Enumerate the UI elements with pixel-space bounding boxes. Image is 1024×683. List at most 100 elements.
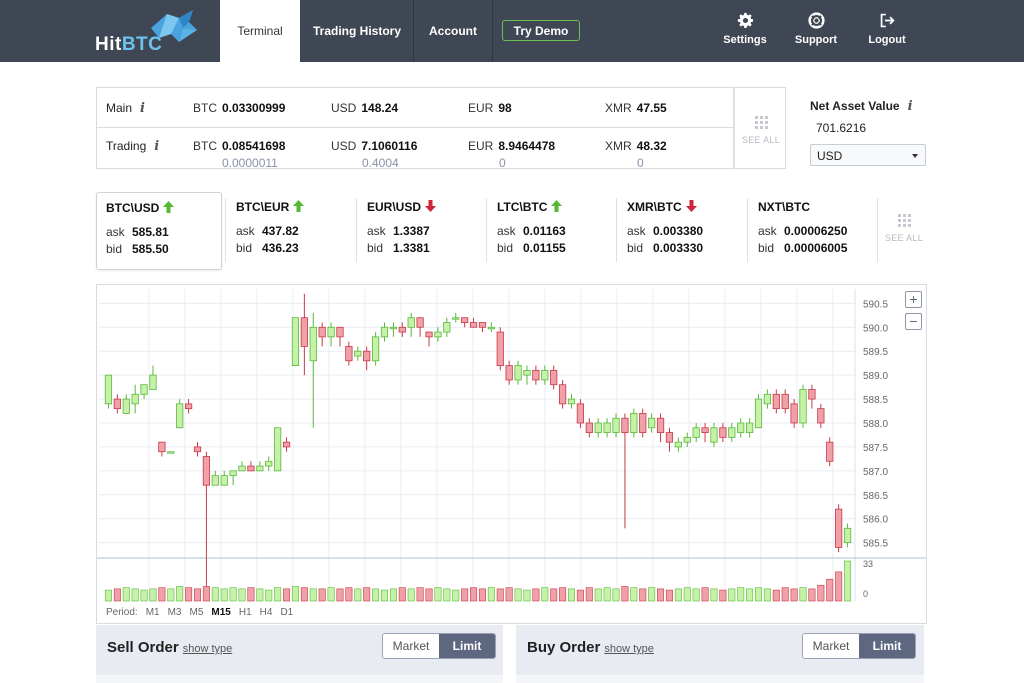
ticker-card[interactable]: BTC\USD ask 585.81 bid 585.50 xyxy=(96,192,222,270)
volume-bar xyxy=(345,587,353,602)
volume-bar xyxy=(318,588,326,602)
currency-code: EUR xyxy=(468,101,494,115)
limit-button[interactable]: Limit xyxy=(439,634,495,658)
hitbtc-logo[interactable]: HitBTC xyxy=(95,8,205,56)
ticker-card[interactable]: BTC\EUR ask 437.82 bid 436.23 xyxy=(227,192,353,270)
market-button[interactable]: Market xyxy=(383,634,439,658)
period-m5[interactable]: M5 xyxy=(190,607,204,618)
ticker-pair: XMR\BTC xyxy=(627,200,697,214)
ticker-ask: ask 0.003380 xyxy=(627,224,703,238)
bid-label: bid xyxy=(367,241,384,255)
period-h4[interactable]: H4 xyxy=(260,607,273,618)
y-tick-label: 587.5 xyxy=(863,443,888,454)
market-button[interactable]: Market xyxy=(803,634,859,658)
ask-label: ask xyxy=(236,224,255,238)
y-tick-label: 590.5 xyxy=(863,299,888,310)
candlestick-chart[interactable]: 590.5 590.0 589.5 589.0 588.5 588.0 587.5 587.0… xyxy=(97,285,926,623)
zoom-in-button[interactable]: + xyxy=(905,291,922,308)
candle-bear xyxy=(193,446,202,453)
candle-bull xyxy=(487,326,495,330)
ticker-pair: BTC\EUR xyxy=(236,200,305,214)
ask-price: 0.01163 xyxy=(523,224,566,238)
show-type-link[interactable]: show type xyxy=(604,643,654,655)
trading-balance-label: Trading i xyxy=(106,139,159,154)
arrow-up-icon xyxy=(293,200,305,212)
lifebuoy-icon xyxy=(807,12,825,29)
candle-bull xyxy=(309,326,317,362)
period-selector: Period: M1 M3 M5 M15 H1 H4 D1 xyxy=(106,607,293,618)
ticker-card[interactable]: EUR\USD ask 1.3387 bid 1.3381 xyxy=(358,192,484,270)
candle-bear xyxy=(505,365,513,381)
volume-bar xyxy=(416,587,424,602)
balances-panel: Main i Trading i BTC 0.03300999 USD 148.24 E… xyxy=(96,87,734,170)
period-m15[interactable]: M15 xyxy=(211,607,230,618)
reserved-xmr: 0 xyxy=(637,156,644,170)
zoom-out-button[interactable]: − xyxy=(905,313,922,330)
tickers-see-all-button[interactable]: SEE ALL xyxy=(880,214,928,243)
tab-terminal[interactable]: Terminal xyxy=(220,0,300,62)
volume-bar xyxy=(514,588,522,602)
balance-amount: 48.32 xyxy=(636,139,667,153)
reserved-usd: 0.4004 xyxy=(362,156,399,170)
balances-see-all-button[interactable]: SEE ALL xyxy=(734,87,786,169)
candle-bear xyxy=(345,346,353,362)
candle-bull xyxy=(603,422,611,433)
info-icon[interactable]: i xyxy=(908,99,913,114)
bid-price: 0.00006005 xyxy=(784,241,848,255)
volume-bar xyxy=(772,589,780,602)
candle-bull xyxy=(104,374,113,405)
volume-bar xyxy=(176,586,184,602)
net-asset-currency-select[interactable]: USD xyxy=(810,144,926,166)
volume-bar xyxy=(265,589,273,602)
info-icon[interactable]: i xyxy=(154,139,159,154)
main-usd: USD 148.24 xyxy=(331,101,398,115)
candle-bull xyxy=(389,326,398,330)
period-h1[interactable]: H1 xyxy=(239,607,252,618)
net-asset-value: 701.6216 xyxy=(816,121,867,135)
volume-bar xyxy=(229,587,237,602)
ticker-ask: ask 1.3387 xyxy=(367,224,430,238)
limit-button[interactable]: Limit xyxy=(859,634,915,658)
show-type-link[interactable]: show type xyxy=(183,643,233,655)
candle-bull xyxy=(211,475,219,486)
volume-bar xyxy=(603,587,611,602)
volume-bar xyxy=(701,587,709,602)
candle-bull xyxy=(648,417,656,429)
net-asset-label-text: Net Asset Value xyxy=(810,99,900,113)
candle-bull xyxy=(612,417,620,433)
logout-icon xyxy=(880,13,895,28)
main-btc: BTC 0.03300999 xyxy=(193,101,285,115)
bull-logo-icon xyxy=(151,10,197,42)
candle-bull xyxy=(567,398,576,405)
price-chart[interactable]: 590.5 590.0 589.5 589.0 588.5 588.0 587.5 587.0… xyxy=(96,284,927,624)
volume-bar xyxy=(256,588,264,602)
volume-tick-label: 33 xyxy=(863,559,873,569)
volume-bar xyxy=(336,588,344,602)
try-demo-button[interactable]: Try Demo xyxy=(502,20,580,41)
period-m1[interactable]: M1 xyxy=(146,607,160,618)
ticker-card[interactable]: LTC\BTC ask 0.01163 bid 0.01155 xyxy=(488,192,614,270)
settings-label: Settings xyxy=(723,34,767,46)
candle-bear xyxy=(318,326,326,338)
volume-bar xyxy=(113,588,121,602)
period-d1[interactable]: D1 xyxy=(280,607,293,618)
volume-bar xyxy=(612,588,620,602)
candle-bull xyxy=(149,374,157,390)
candle-bear xyxy=(817,408,825,424)
volume-bar xyxy=(372,588,380,602)
ticker-card[interactable]: XMR\BTC ask 0.003380 bid 0.003330 xyxy=(618,192,744,270)
support-button[interactable]: Support xyxy=(786,12,846,46)
period-m3[interactable]: M3 xyxy=(168,607,182,618)
ticker-card[interactable]: NXT\BTC ask 0.00006250 bid 0.00006005 xyxy=(749,192,875,270)
tab-account[interactable]: Account xyxy=(414,0,492,62)
tab-trading-history[interactable]: Trading History xyxy=(301,0,413,62)
candle-bear xyxy=(158,441,166,453)
tab-account-label: Account xyxy=(429,24,477,38)
volume-bar xyxy=(104,589,112,602)
info-icon[interactable]: i xyxy=(140,101,145,116)
balance-amount: 8.9464478 xyxy=(498,139,556,153)
settings-button[interactable]: Settings xyxy=(715,12,775,46)
volume-bar xyxy=(541,587,549,602)
candle-bull xyxy=(452,317,460,320)
logout-button[interactable]: Logout xyxy=(857,12,917,46)
